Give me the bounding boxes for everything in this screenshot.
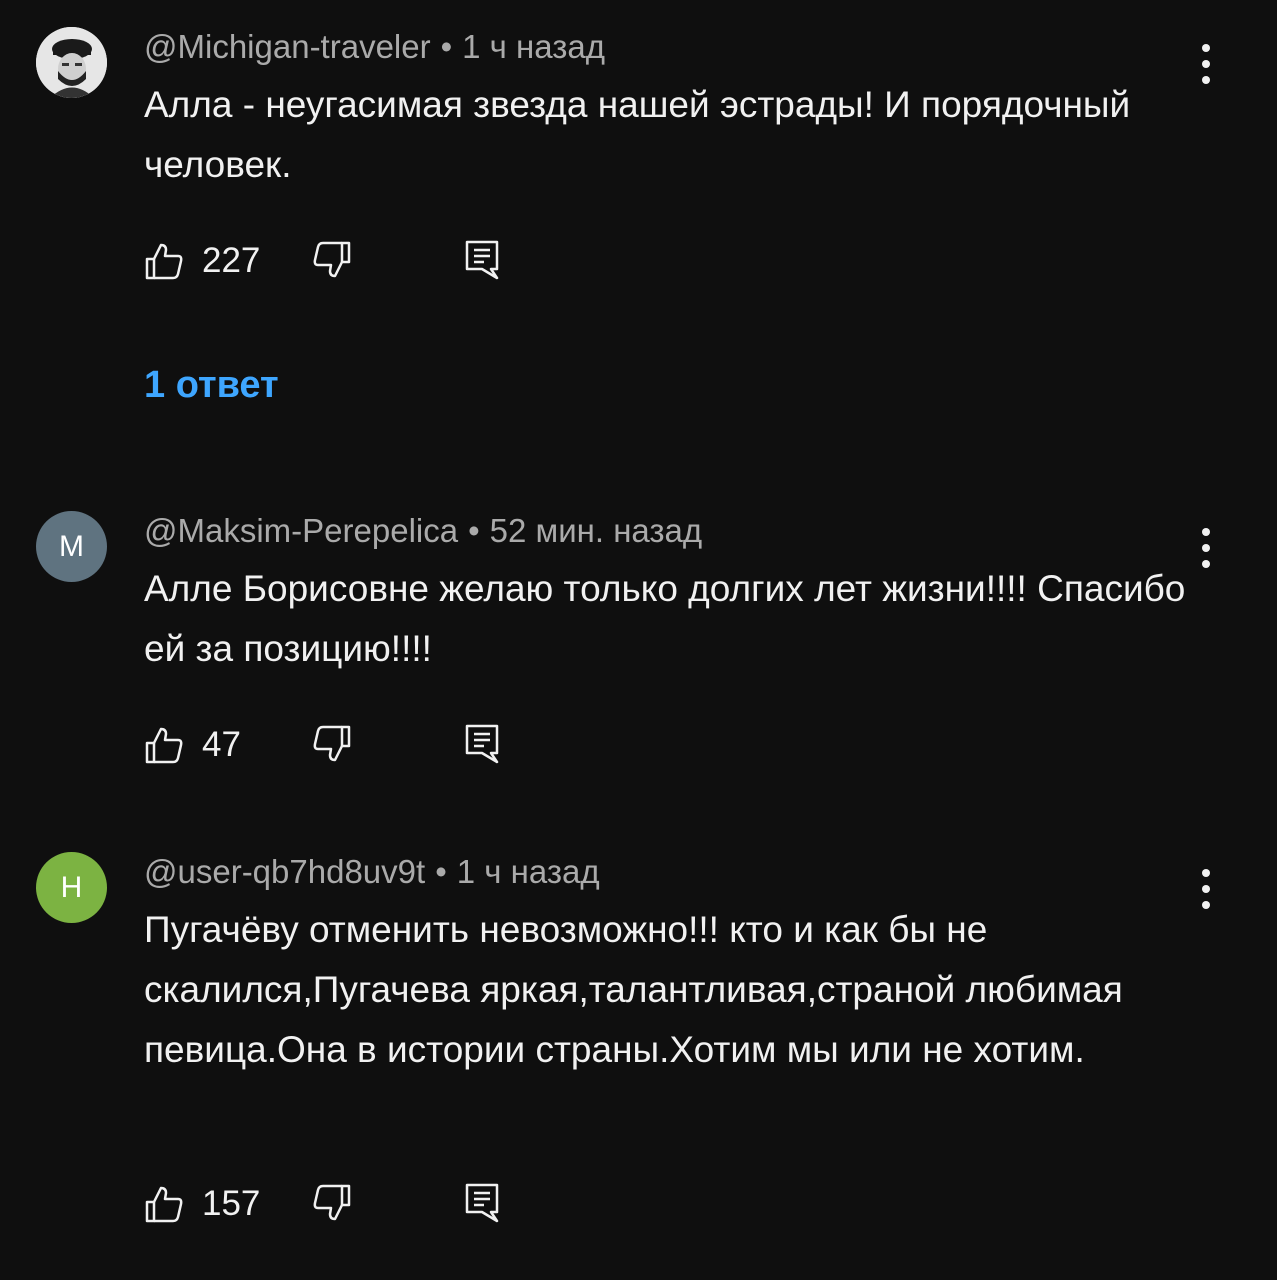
reply-button[interactable] xyxy=(464,723,500,770)
dislike-button[interactable] xyxy=(312,1182,352,1227)
like-button[interactable]: 227 xyxy=(144,239,260,283)
dislike-button[interactable] xyxy=(312,239,352,284)
profile-photo-icon xyxy=(36,27,107,98)
comment-meta: @user-qb7hd8uv9t • 1 ч назад xyxy=(144,852,600,892)
author-name[interactable]: @user-qb7hd8uv9t xyxy=(144,853,425,890)
comment-text: Пугачёву отменить невозможно!!! кто и ка… xyxy=(144,909,1123,1070)
avatar[interactable] xyxy=(36,27,107,98)
avatar[interactable]: Н xyxy=(36,852,107,923)
like-button[interactable]: 47 xyxy=(144,723,241,767)
comment-meta: @Michigan-traveler • 1 ч назад xyxy=(144,27,605,67)
reply-icon xyxy=(465,1183,499,1223)
more-options-button[interactable] xyxy=(1190,42,1222,86)
like-count: 157 xyxy=(202,1184,261,1223)
comment-meta: @Maksim-Perepelica • 52 мин. назад xyxy=(144,511,702,551)
meta-dot: • xyxy=(435,853,447,890)
replies-link[interactable]: 1 ответ xyxy=(144,362,279,408)
more-options-button[interactable] xyxy=(1190,867,1222,911)
thumbs-up-icon xyxy=(145,1186,183,1223)
thumbs-down-icon xyxy=(313,1184,351,1221)
comment-text: Алле Борисовне желаю только долгих лет ж… xyxy=(144,568,1186,669)
thumbs-down-icon xyxy=(313,241,351,278)
comment-time[interactable]: 1 ч назад xyxy=(457,853,600,890)
reply-button[interactable] xyxy=(464,1182,500,1229)
comment-text: Алла - неугасимая звезда нашей эстрады! … xyxy=(144,84,1131,185)
author-name[interactable]: @Maksim-Perepelica xyxy=(144,512,458,549)
comment-actions: 157 xyxy=(144,1182,544,1226)
like-count: 227 xyxy=(202,241,261,280)
reply-icon xyxy=(465,240,499,280)
comment-time[interactable]: 1 ч назад xyxy=(462,28,605,65)
author-name[interactable]: @Michigan-traveler xyxy=(144,28,431,65)
thumbs-down-icon xyxy=(313,725,351,762)
meta-dot: • xyxy=(468,512,480,549)
comment-time[interactable]: 52 мин. назад xyxy=(490,512,703,549)
avatar-letter: Н xyxy=(60,870,83,904)
reply-icon xyxy=(465,724,499,764)
comment-actions: 47 xyxy=(144,723,544,767)
thumbs-up-icon xyxy=(145,727,183,764)
reply-button[interactable] xyxy=(464,239,500,286)
thumbs-up-icon xyxy=(145,243,183,280)
avatar-letter: М xyxy=(59,529,84,563)
like-count: 47 xyxy=(202,725,241,764)
comment-actions: 227 xyxy=(144,239,544,283)
meta-dot: • xyxy=(440,28,453,65)
avatar[interactable]: М xyxy=(36,511,107,582)
dislike-button[interactable] xyxy=(312,723,352,768)
more-options-button[interactable] xyxy=(1190,526,1222,570)
like-button[interactable]: 157 xyxy=(144,1182,260,1226)
